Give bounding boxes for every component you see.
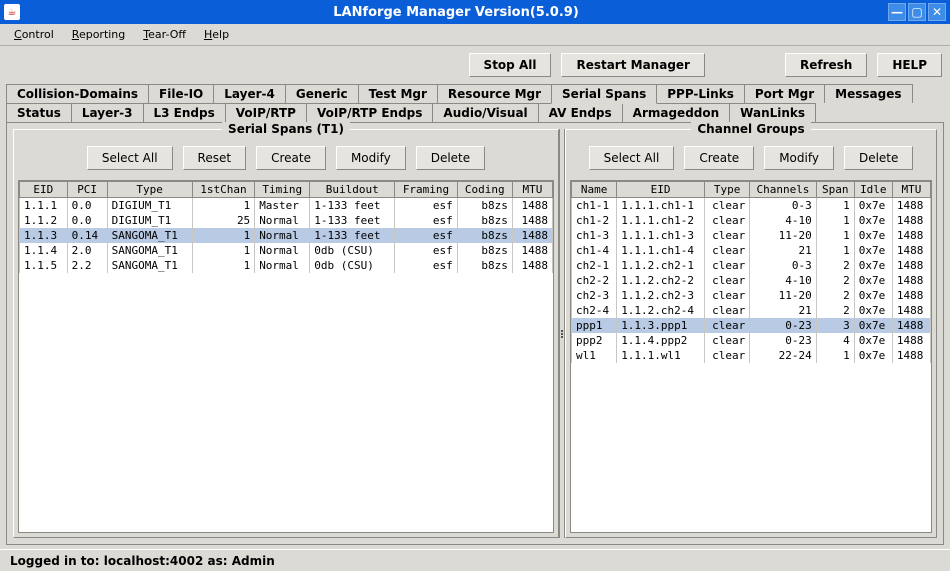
tabs: Collision-DomainsFile-IOLayer-4GenericTe… [0, 84, 950, 122]
col-eid[interactable]: EID [617, 182, 705, 198]
top-action-bar: Stop All Restart Manager Refresh HELP [0, 46, 950, 84]
tab-l3-endps[interactable]: L3 Endps [143, 103, 226, 122]
serial-spans-title: Serial Spans (T1) [14, 122, 558, 136]
groups-modify-button[interactable]: Modify [764, 146, 834, 170]
menu-reporting[interactable]: Reporting [64, 26, 133, 43]
tab-av-endps[interactable]: AV Endps [538, 103, 623, 122]
tab-voip-rtp-endps[interactable]: VoIP/RTP Endps [306, 103, 433, 122]
table-row[interactable]: 1.1.52.2SANGOMA_T11Normal0db (CSU)esfb8z… [20, 258, 553, 273]
groups-create-button[interactable]: Create [684, 146, 754, 170]
maximize-button[interactable]: ▢ [908, 3, 926, 21]
tab-content: Serial Spans (T1) Select All Reset Creat… [6, 122, 944, 545]
refresh-button[interactable]: Refresh [785, 53, 867, 77]
col-coding[interactable]: Coding [457, 182, 512, 198]
table-row[interactable]: 1.1.42.0SANGOMA_T11Normal0db (CSU)esfb8z… [20, 243, 553, 258]
col-span[interactable]: Span [816, 182, 854, 198]
channel-groups-title: Channel Groups [566, 122, 936, 136]
window-title: LANforge Manager Version(5.0.9) [24, 5, 888, 20]
table-row[interactable]: 1.1.10.0DIGIUM_T11Master1-133 feetesfb8z… [20, 198, 553, 214]
spans-delete-button[interactable]: Delete [416, 146, 485, 170]
table-row[interactable]: 1.1.20.0DIGIUM_T125Normal1-133 feetesfb8… [20, 213, 553, 228]
channel-groups-table[interactable]: NameEIDTypeChannelsSpanIdleMTUch1-11.1.1… [570, 180, 932, 533]
tab-layer-3[interactable]: Layer-3 [71, 103, 144, 122]
table-row[interactable]: ch1-41.1.1.ch1-4clear2110x7e1488 [572, 243, 931, 258]
tab-voip-rtp[interactable]: VoIP/RTP [225, 103, 307, 122]
col-mtu[interactable]: MTU [892, 182, 930, 198]
tab-generic[interactable]: Generic [285, 84, 359, 103]
col-type[interactable]: Type [705, 182, 750, 198]
tab-ppp-links[interactable]: PPP-Links [656, 84, 745, 103]
table-row[interactable]: ch2-31.1.2.ch2-3clear11-2020x7e1488 [572, 288, 931, 303]
channel-groups-panel: Channel Groups Select All Create Modify … [565, 129, 937, 538]
col-buildout[interactable]: Buildout [310, 182, 395, 198]
spans-reset-button[interactable]: Reset [183, 146, 247, 170]
restart-manager-button[interactable]: Restart Manager [561, 53, 705, 77]
table-row[interactable]: ppp11.1.3.ppp1clear0-2330x7e1488 [572, 318, 931, 333]
serial-spans-table[interactable]: EIDPCIType1stChanTimingBuildoutFramingCo… [18, 180, 554, 533]
table-row[interactable]: ch2-11.1.2.ch2-1clear0-320x7e1488 [572, 258, 931, 273]
col-pci[interactable]: PCI [67, 182, 107, 198]
col-idle[interactable]: Idle [854, 182, 892, 198]
col-mtu[interactable]: MTU [512, 182, 552, 198]
java-icon: ☕ [4, 4, 20, 20]
status-text: Logged in to: localhost:4002 as: Admin [10, 554, 275, 568]
table-row[interactable]: ch1-21.1.1.ch1-2clear4-1010x7e1488 [572, 213, 931, 228]
tab-resource-mgr[interactable]: Resource Mgr [437, 84, 552, 103]
help-button[interactable]: HELP [877, 53, 942, 77]
tab-file-io[interactable]: File-IO [148, 84, 214, 103]
table-row[interactable]: ch1-31.1.1.ch1-3clear11-2010x7e1488 [572, 228, 931, 243]
col-type[interactable]: Type [107, 182, 192, 198]
spans-modify-button[interactable]: Modify [336, 146, 406, 170]
tab-test-mgr[interactable]: Test Mgr [358, 84, 438, 103]
spans-create-button[interactable]: Create [256, 146, 326, 170]
col-eid[interactable]: EID [20, 182, 68, 198]
groups-delete-button[interactable]: Delete [844, 146, 913, 170]
tab-serial-spans[interactable]: Serial Spans [551, 84, 657, 104]
tab-wanlinks[interactable]: WanLinks [729, 103, 816, 122]
stop-all-button[interactable]: Stop All [469, 53, 552, 77]
table-row[interactable]: ch2-41.1.2.ch2-4clear2120x7e1488 [572, 303, 931, 318]
table-row[interactable]: 1.1.30.14SANGOMA_T11Normal1-133 feetesfb… [20, 228, 553, 243]
tab-collision-domains[interactable]: Collision-Domains [6, 84, 149, 103]
col-name[interactable]: Name [572, 182, 617, 198]
table-row[interactable]: wl11.1.1.wl1clear22-2410x7e1488 [572, 348, 931, 363]
window-titlebar: ☕ LANforge Manager Version(5.0.9) — ▢ ✕ [0, 0, 950, 24]
menu-control[interactable]: Control [6, 26, 62, 43]
tab-messages[interactable]: Messages [824, 84, 912, 103]
tab-status[interactable]: Status [6, 103, 72, 122]
groups-select-all-button[interactable]: Select All [589, 146, 675, 170]
col-timing[interactable]: Timing [255, 182, 310, 198]
tab-audio-visual[interactable]: Audio/Visual [432, 103, 538, 122]
close-button[interactable]: ✕ [928, 3, 946, 21]
tab-layer-4[interactable]: Layer-4 [213, 84, 286, 103]
menu-tearoff[interactable]: Tear-Off [135, 26, 194, 43]
col-channels[interactable]: Channels [750, 182, 817, 198]
col-1stchan[interactable]: 1stChan [192, 182, 255, 198]
table-row[interactable]: ch2-21.1.2.ch2-2clear4-1020x7e1488 [572, 273, 931, 288]
tab-armageddon[interactable]: Armageddon [622, 103, 731, 122]
serial-spans-panel: Serial Spans (T1) Select All Reset Creat… [13, 129, 559, 538]
table-row[interactable]: ch1-11.1.1.ch1-1clear0-310x7e1488 [572, 198, 931, 214]
minimize-button[interactable]: — [888, 3, 906, 21]
status-bar: Logged in to: localhost:4002 as: Admin [0, 549, 950, 571]
spans-select-all-button[interactable]: Select All [87, 146, 173, 170]
tab-port-mgr[interactable]: Port Mgr [744, 84, 825, 103]
menu-bar: Control Reporting Tear-Off Help [0, 24, 950, 46]
col-framing[interactable]: Framing [395, 182, 458, 198]
menu-help[interactable]: Help [196, 26, 237, 43]
table-row[interactable]: ppp21.1.4.ppp2clear0-2340x7e1488 [572, 333, 931, 348]
